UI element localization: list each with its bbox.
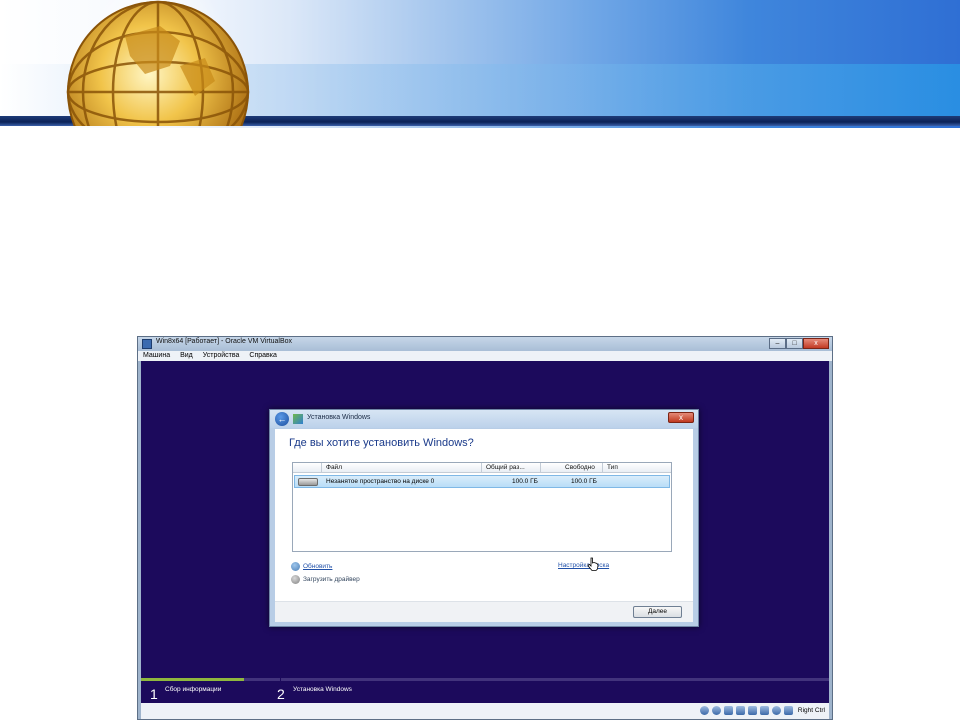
windows-setup-dialog: ← Установка Windows x Где вы хотите уста… xyxy=(269,409,699,627)
slide-banner xyxy=(0,0,960,128)
row-name: Незанятое пространство на диске 0 xyxy=(326,478,435,485)
dialog-titlebar: ← Установка Windows x xyxy=(270,410,698,428)
minimize-button[interactable]: – xyxy=(769,338,786,349)
guest-screen: ← Установка Windows x Где вы хотите уста… xyxy=(141,361,829,703)
host-key-icon xyxy=(783,706,793,715)
hand-cursor-icon xyxy=(587,557,599,571)
vbox-statusbar: Right Ctrl xyxy=(141,703,829,719)
network-icon[interactable] xyxy=(735,706,745,715)
close-button[interactable]: x xyxy=(803,338,829,349)
menu-view[interactable]: Вид xyxy=(175,351,198,361)
disk-options-link-row[interactable]: Настройка диска xyxy=(558,562,609,569)
load-driver-icon xyxy=(291,575,300,584)
table-row[interactable]: Незанятое пространство на диске 0 100.0 … xyxy=(294,475,670,488)
column-header-total[interactable]: Общий раз... xyxy=(486,464,525,471)
usb-icon[interactable] xyxy=(723,706,733,715)
column-header-free[interactable]: Свободно xyxy=(565,464,595,471)
dialog-close-button[interactable]: x xyxy=(668,412,694,423)
cd-icon[interactable] xyxy=(711,706,721,715)
column-header-type[interactable]: Тип xyxy=(607,464,618,471)
load-driver-link-row[interactable]: Загрузить драйвер xyxy=(291,575,360,584)
globe-logo-icon xyxy=(30,0,280,126)
partition-table: Файл Общий раз... Свободно Тип Незанятое… xyxy=(292,462,672,552)
progress-track xyxy=(141,678,829,681)
refresh-icon xyxy=(291,562,300,571)
back-arrow-icon[interactable]: ← xyxy=(275,412,289,426)
display-icon[interactable] xyxy=(759,706,769,715)
step-1-number: 1 xyxy=(150,686,158,702)
refresh-link[interactable]: Обновить xyxy=(303,563,332,570)
window-controls: – □ x xyxy=(769,338,829,350)
step-2-number: 2 xyxy=(277,686,285,702)
disk-options-link[interactable]: Настройка диска xyxy=(558,562,609,569)
load-driver-link[interactable]: Загрузить драйвер xyxy=(303,576,360,583)
hdd-icon[interactable] xyxy=(699,706,709,715)
column-header-file[interactable]: Файл xyxy=(326,464,342,471)
setup-icon xyxy=(293,414,303,424)
progress-fill xyxy=(141,678,245,681)
mouse-integration-icon[interactable] xyxy=(771,706,781,715)
host-key-label: Right Ctrl xyxy=(797,707,825,714)
column-separator xyxy=(602,463,603,473)
maximize-button[interactable]: □ xyxy=(786,338,803,349)
column-separator xyxy=(321,463,322,473)
column-separator xyxy=(540,463,541,473)
page-heading: Где вы хотите установить Windows? xyxy=(289,437,474,449)
vbox-window-title: Win8x64 [Работает] - Oracle VM VirtualBo… xyxy=(156,338,293,345)
dialog-title: Установка Windows xyxy=(307,414,371,421)
setup-progress: 1 Сбор информации 2 Установка Windows xyxy=(141,678,829,703)
dialog-footer: Далее xyxy=(275,601,693,622)
virtualbox-window: Win8x64 [Работает] - Oracle VM VirtualBo… xyxy=(137,336,833,720)
refresh-link-row[interactable]: Обновить xyxy=(291,562,332,571)
disk-icon xyxy=(298,478,318,486)
step-1-label: Сбор информации xyxy=(165,686,222,693)
progress-divider xyxy=(280,678,281,681)
row-free: 100.0 ГБ xyxy=(571,478,597,485)
row-total: 100.0 ГБ xyxy=(512,478,538,485)
menu-devices[interactable]: Устройства xyxy=(198,351,245,361)
step-2-label: Установка Windows xyxy=(293,686,352,693)
menu-help[interactable]: Справка xyxy=(244,351,281,361)
next-button[interactable]: Далее xyxy=(633,606,682,618)
column-separator xyxy=(481,463,482,473)
menu-machine[interactable]: Машина xyxy=(138,351,175,361)
shared-folders-icon[interactable] xyxy=(747,706,757,715)
dialog-body: Где вы хотите установить Windows? Файл О… xyxy=(275,429,693,622)
table-header: Файл Общий раз... Свободно Тип xyxy=(293,463,671,473)
vbox-titlebar: Win8x64 [Работает] - Oracle VM VirtualBo… xyxy=(138,337,832,351)
vbox-menubar: Машина Вид Устройства Справка xyxy=(138,351,832,361)
status-tray: Right Ctrl xyxy=(699,706,825,715)
virtualbox-icon xyxy=(142,339,152,349)
